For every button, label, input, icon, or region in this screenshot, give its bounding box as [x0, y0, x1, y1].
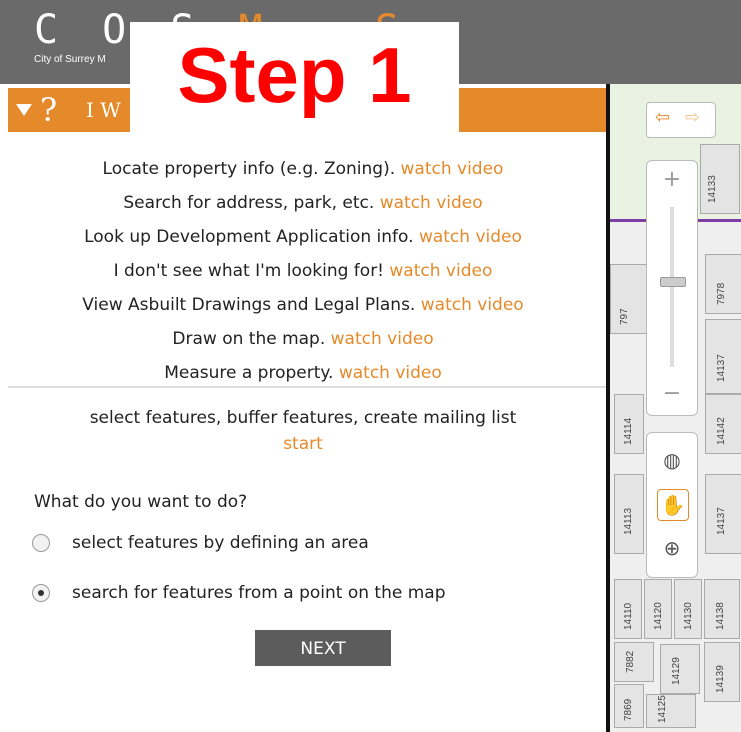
help-question-icon: ? [40, 91, 58, 129]
logo-subtitle: City of Surrey M [34, 54, 106, 65]
map-parcel: 7869 [614, 684, 644, 728]
help-item: Measure a property. watch video [164, 363, 442, 383]
help-item: View Asbuilt Drawings and Legal Plans. w… [82, 295, 524, 315]
map-parcel: 797 [610, 264, 650, 334]
map-parcel: 14125 [646, 694, 696, 728]
radio-define-area[interactable] [32, 534, 50, 552]
map-parcel: 14137 [705, 474, 741, 554]
option-define-area[interactable]: select features by defining an area [32, 528, 369, 558]
step-overlay: Step 1 [130, 22, 459, 134]
map-parcel: 14142 [705, 394, 741, 454]
zoom-in-button[interactable]: + [647, 167, 697, 192]
help-panel: ? I W Locate property info (e.g. Zoning)… [0, 84, 606, 732]
forward-arrow-icon[interactable]: ⇨ [685, 107, 700, 128]
map-parcel: 14137 [705, 319, 741, 394]
option-search-point[interactable]: search for features from a point on the … [32, 578, 446, 608]
map-parcel: 7978 [705, 254, 741, 314]
option-label: search for features from a point on the … [72, 583, 446, 603]
help-list: Locate property info (e.g. Zoning). watc… [0, 152, 606, 390]
panel-header-title: I W [86, 98, 121, 122]
map-parcel: 14138 [704, 579, 740, 639]
divider [8, 386, 606, 388]
map-parcel: 14110 [614, 579, 642, 639]
zoom-magnifier-icon[interactable]: ⊕ [657, 533, 687, 563]
zoom-control: + − [646, 160, 698, 416]
map-parcel: 14120 [644, 579, 672, 639]
help-item: Draw on the map. watch video [172, 329, 434, 349]
next-button[interactable]: NEXT [255, 630, 391, 666]
map-parcel: 14129 [660, 644, 700, 694]
help-item: Locate property info (e.g. Zoning). watc… [102, 159, 504, 179]
back-arrow-icon[interactable]: ⇦ [655, 107, 670, 128]
zoom-slider-thumb[interactable] [660, 277, 686, 287]
map-parcel: 14113 [614, 474, 644, 554]
step-label: Step 1 [177, 31, 412, 119]
map-parcel: 14114 [614, 394, 644, 454]
select-features-title: select features, buffer features, create… [89, 408, 517, 428]
watch-video-link[interactable]: watch video [401, 159, 504, 179]
pan-hand-icon[interactable]: ✋ [657, 489, 689, 521]
question-label: What do you want to do? [34, 492, 248, 512]
radio-search-point[interactable] [32, 584, 50, 602]
watch-video-link[interactable]: watch video [339, 363, 442, 383]
collapse-arrow-icon[interactable] [16, 104, 32, 116]
watch-video-link[interactable]: watch video [331, 329, 434, 349]
help-item: I don't see what I'm looking for! watch … [113, 261, 493, 281]
map-parcel: 14133 [700, 144, 740, 214]
help-item: Search for address, park, etc. watch vid… [123, 193, 483, 213]
watch-video-link[interactable]: watch video [419, 227, 522, 247]
nav-arrows: ⇦ ⇨ [646, 102, 716, 138]
watch-video-link[interactable]: watch video [389, 261, 492, 281]
map-view[interactable]: 14133 7978 797 14137 14114 14142 14113 1… [606, 84, 741, 732]
zoom-out-button[interactable]: − [647, 381, 697, 406]
option-label: select features by defining an area [72, 533, 369, 553]
start-link[interactable]: start [0, 434, 606, 454]
map-parcel: 14139 [704, 642, 740, 702]
map-parcel: 14130 [674, 579, 702, 639]
globe-icon[interactable]: ◍ [657, 445, 687, 475]
map-parcel: 7882 [614, 642, 654, 682]
help-item: Look up Development Application info. wa… [84, 227, 522, 247]
zoom-slider-track[interactable] [670, 207, 674, 367]
map-tools: ◍ ✋ ⊕ [646, 432, 698, 578]
watch-video-link[interactable]: watch video [421, 295, 524, 315]
watch-video-link[interactable]: watch video [380, 193, 483, 213]
